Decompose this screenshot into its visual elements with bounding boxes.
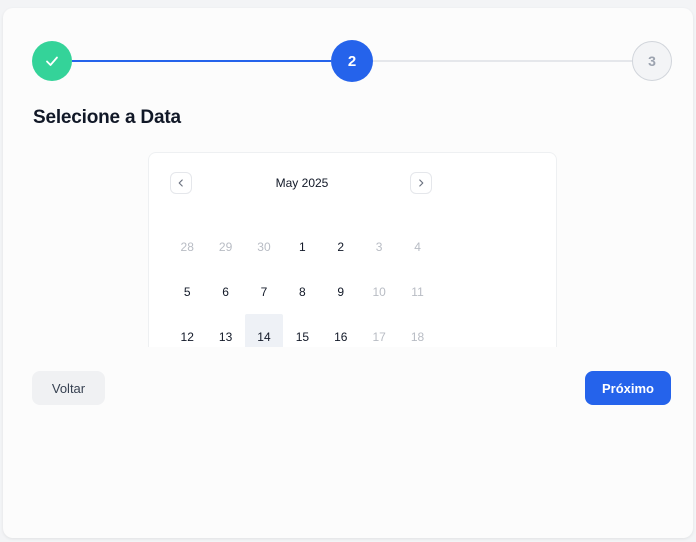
step-1-completed (32, 41, 72, 81)
calendar-day-selected[interactable]: 14 (244, 314, 284, 347)
checkmark-icon (46, 56, 58, 66)
calendar-day[interactable]: 18 (398, 314, 436, 347)
date-picker-calendar: May 2025 28 29 30 1 2 3 4 5 6 7 8 9 10 11 12 13 14 15 16 17… (148, 152, 557, 347)
calendar-day[interactable]: 9 (322, 269, 360, 314)
calendar-day-grid: 28 29 30 1 2 3 4 5 6 7 8 9 10 11 12 13 14 15 16 17 18 (168, 224, 437, 347)
previous-month-button[interactable] (170, 172, 192, 194)
calendar-day[interactable]: 30 (245, 224, 283, 269)
stepper-progress-line (72, 60, 331, 62)
chevron-right-icon (419, 179, 424, 187)
calendar-day[interactable]: 4 (398, 224, 436, 269)
calendar-day[interactable]: 5 (168, 269, 206, 314)
booking-card: 2 3 Selecione a Data May 2025 28 29 30 1 2 3 4… (3, 8, 693, 538)
step-2-active: 2 (331, 40, 373, 82)
calendar-day[interactable]: 28 (168, 224, 206, 269)
calendar-day[interactable]: 10 (360, 269, 398, 314)
calendar-day[interactable]: 15 (283, 314, 321, 347)
next-month-button[interactable] (410, 172, 432, 194)
calendar-day[interactable]: 12 (168, 314, 206, 347)
calendar-day[interactable]: 13 (206, 314, 244, 347)
calendar-day[interactable]: 3 (360, 224, 398, 269)
step-3-pending: 3 (632, 41, 672, 81)
calendar-day[interactable]: 17 (360, 314, 398, 347)
calendar-day[interactable]: 6 (206, 269, 244, 314)
calendar-day[interactable]: 2 (322, 224, 360, 269)
page-title: Selecione a Data (33, 107, 181, 128)
chevron-left-icon (178, 179, 183, 187)
month-label: May 2025 (275, 176, 329, 190)
calendar-day[interactable]: 8 (283, 269, 321, 314)
next-button[interactable]: Próximo (585, 371, 671, 405)
calendar-day[interactable]: 29 (206, 224, 244, 269)
stepper-pending-line (373, 60, 632, 62)
calendar-day[interactable]: 1 (283, 224, 321, 269)
back-button[interactable]: Voltar (32, 371, 105, 405)
calendar-day[interactable]: 7 (245, 269, 283, 314)
calendar-day[interactable]: 16 (322, 314, 360, 347)
calendar-day[interactable]: 11 (398, 269, 436, 314)
